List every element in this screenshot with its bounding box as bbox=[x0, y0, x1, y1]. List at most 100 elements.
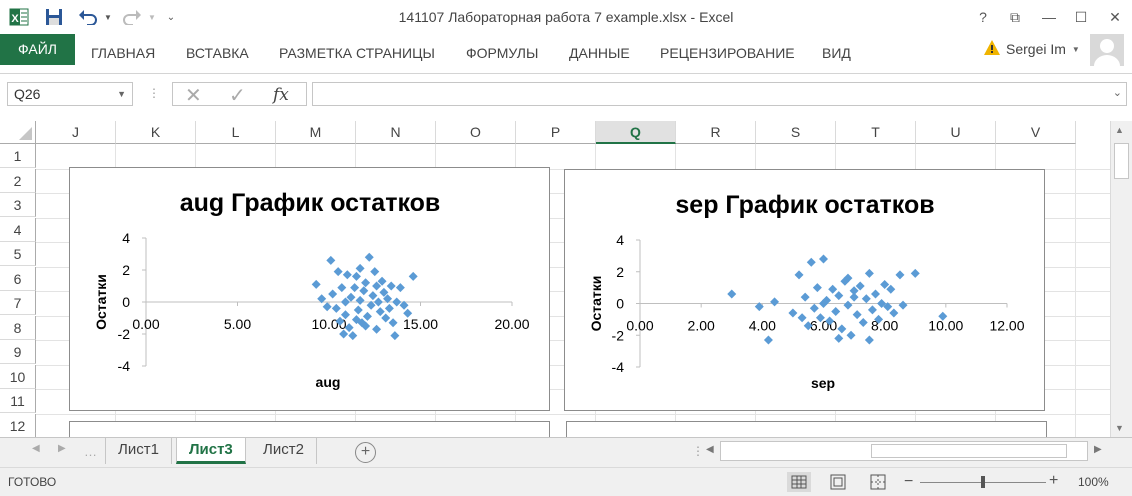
y-tick-label: 2 bbox=[616, 264, 624, 280]
data-point bbox=[864, 335, 874, 345]
column-header-L[interactable]: L bbox=[196, 121, 276, 144]
enter-icon[interactable]: ✓ bbox=[229, 83, 246, 108]
tab-view[interactable]: ВИД bbox=[822, 41, 851, 65]
data-point bbox=[867, 305, 877, 315]
normal-view-icon[interactable] bbox=[787, 472, 811, 492]
formula-input[interactable]: ⌄ bbox=[312, 82, 1127, 106]
select-all-button[interactable] bbox=[0, 121, 36, 144]
data-point bbox=[337, 283, 347, 293]
x-tick-label: 6.00 bbox=[810, 318, 837, 334]
tab-review[interactable]: РЕЦЕНЗИРОВАНИЕ bbox=[660, 41, 795, 65]
data-point bbox=[809, 303, 819, 313]
column-header-N[interactable]: N bbox=[356, 121, 436, 144]
data-point bbox=[770, 297, 780, 307]
chart-aug-residuals[interactable]: aug График остатков 4 2 0 -2 -4 0.00 5.00 10.00 1… bbox=[69, 167, 550, 411]
tab-file[interactable]: ФАЙЛ bbox=[0, 34, 75, 65]
sheet-scroll-more-icon[interactable]: … bbox=[84, 444, 97, 459]
row-header-1[interactable]: 1 bbox=[0, 144, 36, 168]
page-break-view-icon[interactable] bbox=[866, 472, 890, 492]
tab-insert[interactable]: ВСТАВКА bbox=[186, 41, 249, 65]
tab-split-grip-icon[interactable]: ⋮ bbox=[692, 444, 704, 458]
expand-formula-icon[interactable]: ⌄ bbox=[1113, 86, 1122, 99]
horizontal-scroll-thumb[interactable] bbox=[871, 444, 1067, 458]
help-button[interactable]: ? bbox=[968, 4, 998, 30]
close-button[interactable]: ✕ bbox=[1100, 4, 1130, 30]
column-header-U[interactable]: U bbox=[916, 121, 996, 144]
ribbon-display-options-button[interactable]: ⧉ bbox=[1000, 4, 1030, 30]
x-tick-label: 0.00 bbox=[132, 316, 159, 332]
horizontal-scrollbar[interactable] bbox=[720, 441, 1088, 461]
name-box-dropdown-icon[interactable]: ▼ bbox=[117, 83, 126, 105]
zoom-slider-thumb[interactable] bbox=[981, 476, 985, 488]
data-point bbox=[353, 305, 363, 315]
zoom-in-icon[interactable]: + bbox=[1049, 472, 1058, 490]
page-layout-view-icon[interactable] bbox=[826, 472, 850, 492]
row-header-10[interactable]: 10 bbox=[0, 364, 36, 389]
next-sheet-icon[interactable]: ▶ bbox=[58, 443, 66, 454]
name-box-value: Q26 bbox=[14, 86, 41, 102]
column-header-K[interactable]: K bbox=[116, 121, 196, 144]
vertical-scroll-thumb[interactable] bbox=[1114, 143, 1129, 179]
scroll-left-icon[interactable]: ◀ bbox=[706, 444, 714, 455]
data-point bbox=[834, 333, 844, 343]
data-point bbox=[326, 255, 336, 265]
user-account[interactable]: Sergei Im ▼ bbox=[984, 38, 1080, 60]
row-header-2[interactable]: 2 bbox=[0, 168, 36, 193]
row-header-11[interactable]: 11 bbox=[0, 389, 36, 413]
new-sheet-button[interactable]: + bbox=[355, 442, 376, 463]
zoom-out-icon[interactable]: − bbox=[904, 473, 913, 491]
row-header-3[interactable]: 3 bbox=[0, 193, 36, 217]
chart-next-left[interactable] bbox=[69, 421, 550, 437]
column-header-Q[interactable]: Q bbox=[596, 121, 676, 144]
worksheet-grid[interactable]: JKLMNOPQRSTUV 1 2 3 4 5 6 7 8 9 10 11 12 aug График… bbox=[0, 121, 1110, 437]
sheet-tab-2[interactable]: Лист2 bbox=[251, 438, 317, 464]
y-tick-label: -2 bbox=[612, 327, 625, 343]
data-point bbox=[322, 302, 332, 312]
y-axis-title: Остатки bbox=[588, 276, 604, 332]
maximize-button[interactable]: ☐ bbox=[1066, 4, 1096, 30]
sheet-tabs-bar: ◀ ▶ … Лист1 Лист3 Лист2 + ⋮ ◀ ▶ bbox=[0, 437, 1132, 467]
cancel-icon[interactable]: ✕ bbox=[185, 83, 202, 108]
column-header-O[interactable]: O bbox=[436, 121, 516, 144]
x-axis-title: sep bbox=[811, 375, 835, 391]
column-header-P[interactable]: P bbox=[516, 121, 596, 144]
column-header-T[interactable]: T bbox=[836, 121, 916, 144]
column-header-S[interactable]: S bbox=[756, 121, 836, 144]
prev-sheet-icon[interactable]: ◀ bbox=[32, 443, 40, 454]
row-header-4[interactable]: 4 bbox=[0, 217, 36, 242]
row-header-7[interactable]: 7 bbox=[0, 291, 36, 315]
row-header-9[interactable]: 9 bbox=[0, 340, 36, 364]
name-box[interactable]: Q26 ▼ bbox=[7, 82, 133, 106]
tab-formulas[interactable]: ФОРМУЛЫ bbox=[466, 41, 538, 65]
chart-title: sep График остатков bbox=[675, 191, 934, 219]
data-point bbox=[910, 268, 920, 278]
chart-next-right[interactable] bbox=[566, 421, 1047, 437]
zoom-level[interactable]: 100% bbox=[1078, 475, 1109, 489]
minimize-button[interactable]: — bbox=[1034, 4, 1064, 30]
tab-home[interactable]: ГЛАВНАЯ bbox=[91, 41, 155, 65]
data-point bbox=[898, 300, 908, 310]
row-header-6[interactable]: 6 bbox=[0, 266, 36, 291]
column-header-R[interactable]: R bbox=[676, 121, 756, 144]
insert-function-icon[interactable]: fx bbox=[273, 85, 289, 105]
column-header-V[interactable]: V bbox=[996, 121, 1076, 144]
scroll-up-icon[interactable]: ▲ bbox=[1115, 125, 1124, 135]
data-point bbox=[384, 303, 394, 313]
vertical-scrollbar[interactable]: ▲ ▼ bbox=[1110, 121, 1132, 437]
avatar[interactable] bbox=[1090, 34, 1124, 66]
scroll-right-icon[interactable]: ▶ bbox=[1094, 444, 1102, 455]
y-tick-label: -4 bbox=[612, 359, 625, 375]
row-header-5[interactable]: 5 bbox=[0, 242, 36, 266]
row-header-12[interactable]: 12 bbox=[0, 413, 36, 437]
y-tick-label: 4 bbox=[122, 230, 130, 246]
tab-data[interactable]: ДАННЫЕ bbox=[569, 41, 630, 65]
scroll-down-icon[interactable]: ▼ bbox=[1115, 423, 1124, 433]
sheet-tab-1[interactable]: Лист1 bbox=[105, 438, 172, 464]
column-header-J[interactable]: J bbox=[36, 121, 116, 144]
sheet-tab-3[interactable]: Лист3 bbox=[176, 438, 246, 464]
row-header-8[interactable]: 8 bbox=[0, 315, 36, 340]
tab-page-layout[interactable]: РАЗМЕТКА СТРАНИЦЫ bbox=[279, 41, 435, 65]
column-header-M[interactable]: M bbox=[276, 121, 356, 144]
chart-sep-residuals[interactable]: sep График остатков 4 2 0 -2 -4 0.00 2.00 4.00 6.… bbox=[564, 169, 1045, 411]
data-point bbox=[311, 279, 321, 289]
